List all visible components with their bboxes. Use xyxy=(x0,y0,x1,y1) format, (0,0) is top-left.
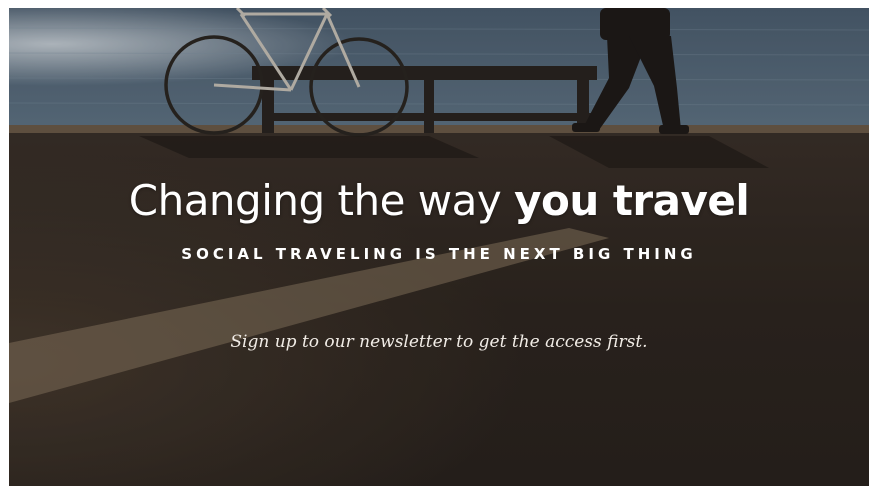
hero-headline: Changing the way you travel xyxy=(9,175,869,227)
hero-section: Changing the way you travel SOCIAL TRAVE… xyxy=(9,8,869,486)
hero-subheadline: SOCIAL TRAVELING IS THE NEXT BIG THING xyxy=(181,245,697,263)
newsletter-prompt: Sign up to our newsletter to get the acc… xyxy=(230,332,648,352)
headline-regular: Changing the way xyxy=(128,176,515,225)
hero-content: Changing the way you travel SOCIAL TRAVE… xyxy=(9,8,869,486)
headline-bold: you travel xyxy=(514,176,750,225)
